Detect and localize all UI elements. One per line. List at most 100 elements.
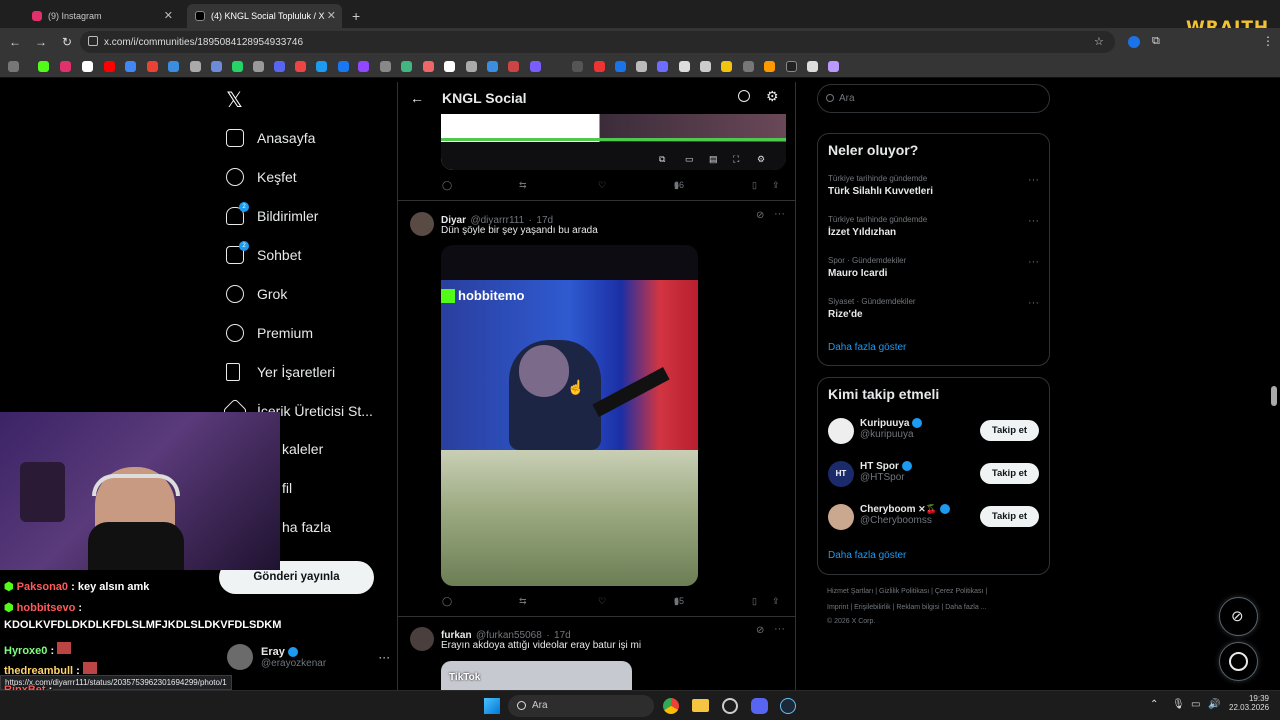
back-button[interactable]: ← — [4, 35, 26, 49]
star-icon[interactable]: ☆ — [1094, 35, 1104, 48]
reload-button[interactable]: ↻ — [56, 35, 78, 49]
share-icon[interactable]: ⇪ — [772, 596, 780, 607]
like-icon[interactable]: ♡ — [598, 180, 606, 191]
settings-gear-icon[interactable]: ⚙ — [757, 154, 765, 165]
menu-icon[interactable]: ⋮ — [1262, 34, 1274, 48]
sidebar-item-profile[interactable]: fil — [282, 480, 292, 496]
footer-links[interactable]: Imprint | Erişilebilirlik | Reklam bilgi… — [827, 604, 987, 611]
more-icon[interactable]: ··· — [1028, 174, 1039, 186]
theater-icon[interactable]: ▭ — [685, 154, 694, 165]
trend-item[interactable]: İzzet Yıldızhan — [828, 227, 896, 238]
bookmark-icon[interactable] — [168, 61, 179, 72]
bookmark-icon[interactable] — [615, 61, 626, 72]
bookmark-icon[interactable] — [764, 61, 775, 72]
trend-item[interactable]: Türk Silahlı Kuvvetleri — [828, 186, 933, 197]
search-icon[interactable] — [738, 90, 750, 102]
messages-floating-button[interactable] — [1219, 642, 1258, 681]
sidebar-item-grok[interactable]: Grok — [226, 285, 287, 303]
grok-floating-button[interactable]: ⊘ — [1219, 597, 1258, 636]
steam-icon[interactable] — [780, 698, 796, 714]
back-arrow-icon[interactable]: ← — [410, 90, 424, 106]
url-input[interactable]: x.com/i/communities/1895084128954933746 — [80, 31, 1115, 53]
bookmark-icon[interactable] — [316, 61, 327, 72]
more-icon[interactable]: ··· — [774, 623, 785, 635]
search-input[interactable]: Ara — [817, 84, 1050, 113]
bookmark-icon[interactable] — [487, 61, 498, 72]
bookmark-icon[interactable] — [104, 61, 115, 72]
discord-icon[interactable] — [751, 698, 768, 714]
follow-show-more-link[interactable]: Daha fazla göster — [828, 550, 906, 561]
trends-show-more-link[interactable]: Daha fazla göster — [828, 342, 906, 353]
bookmark-icon[interactable] — [721, 61, 732, 72]
x-logo-icon[interactable]: 𝕏 — [226, 88, 243, 112]
footer-links[interactable]: Hizmet Şartları | Gizlilik Politikası | … — [827, 588, 987, 595]
extensions-icon[interactable]: ⧉ — [1152, 35, 1160, 48]
tab-x-community[interactable]: (4) KNGL Social Topluluk / X ✕ — [187, 4, 342, 28]
grok-icon[interactable]: ⊘ — [756, 625, 764, 636]
grok-icon[interactable]: ⊘ — [756, 210, 764, 221]
bookmark-icon[interactable] — [380, 61, 391, 72]
avatar[interactable] — [410, 627, 434, 651]
share-icon[interactable]: ⇪ — [772, 180, 780, 191]
app-icon[interactable] — [722, 698, 738, 714]
tab-instagram[interactable]: (9) Instagram ✕ — [24, 4, 179, 28]
bookmark-icon[interactable] — [636, 61, 647, 72]
sidebar-item-bookmarks[interactable]: Yer İşaretleri — [226, 363, 335, 381]
file-explorer-icon[interactable] — [692, 699, 709, 712]
pip-icon[interactable]: ⧉ — [659, 154, 665, 165]
taskbar-search[interactable]: Ara — [508, 695, 654, 717]
sidebar-item-explore[interactable]: Keşfet — [226, 168, 297, 186]
captions-icon[interactable]: ▤ — [709, 154, 718, 165]
bookmark-icon[interactable] — [253, 61, 264, 72]
system-clock[interactable]: 19:39 22.03.2026 — [1229, 694, 1269, 712]
chrome-icon[interactable] — [663, 698, 679, 714]
extension-icon[interactable] — [1128, 36, 1140, 48]
reply-icon[interactable]: ◯ — [442, 180, 452, 191]
bookmark-icon[interactable] — [125, 61, 136, 72]
post-media[interactable]: hobbitemo ☝ — [441, 245, 698, 586]
settings-gear-icon[interactable]: ⚙ — [766, 88, 779, 105]
page-scrollbar[interactable] — [1271, 386, 1277, 406]
fullscreen-icon[interactable]: ⛶ — [733, 154, 739, 165]
bookmark-icon[interactable] — [274, 61, 285, 72]
video-progress-bar[interactable] — [441, 138, 786, 141]
bookmark-icon[interactable] — [295, 61, 306, 72]
suggested-account[interactable]: Kuripuuya @kuripuuya — [860, 418, 923, 440]
sidebar-item-home[interactable]: Anasayfa — [226, 129, 315, 147]
repost-icon[interactable]: ⇆ — [519, 180, 527, 191]
bookmark-icon[interactable] — [358, 61, 369, 72]
avatar[interactable] — [410, 212, 434, 236]
suggested-account[interactable]: HT Spor @HTSpor — [860, 461, 912, 483]
apps-icon[interactable] — [8, 61, 19, 72]
bookmark-icon[interactable] — [211, 61, 222, 72]
new-tab-button[interactable]: + — [352, 4, 360, 28]
bookmark-icon[interactable] — [466, 61, 477, 72]
bookmark-icon[interactable] — [828, 61, 839, 72]
microphone-icon[interactable]: 🎙 — [1172, 699, 1185, 710]
video-player[interactable]: ⧉ ▭ ▤ ⛶ ⚙ — [441, 114, 786, 170]
bookmark-icon[interactable] — [657, 61, 668, 72]
more-icon[interactable]: ··· — [774, 208, 785, 220]
bookmark-icon[interactable] — [807, 61, 818, 72]
bookmark-icon[interactable] — [401, 61, 412, 72]
avatar[interactable]: HT — [828, 461, 854, 487]
like-icon[interactable]: ♡ — [598, 596, 606, 607]
forward-button[interactable]: → — [30, 35, 52, 49]
bookmark-icon[interactable] — [594, 61, 605, 72]
bookmark-icon[interactable] — [743, 61, 754, 72]
more-icon[interactable]: ··· — [1028, 297, 1039, 309]
follow-button[interactable]: Takip et — [980, 420, 1039, 441]
close-icon[interactable]: ✕ — [164, 9, 173, 22]
trend-item[interactable]: Mauro Icardi — [828, 268, 887, 279]
bookmark-icon[interactable] — [786, 61, 797, 72]
trend-item[interactable]: Rize'de — [828, 309, 863, 320]
bookmark-icon[interactable] — [679, 61, 690, 72]
bookmark-icon[interactable]: ▯ — [752, 180, 757, 191]
sidebar-item-notifications[interactable]: 2 Bildirimler — [226, 202, 318, 225]
avatar[interactable] — [828, 418, 854, 444]
start-icon[interactable] — [484, 698, 500, 714]
sidebar-item-premium[interactable]: Premium — [226, 324, 313, 342]
bookmark-icon[interactable]: ▯ — [752, 596, 757, 607]
more-icon[interactable]: ··· — [378, 650, 390, 664]
follow-button[interactable]: Takip et — [980, 506, 1039, 527]
